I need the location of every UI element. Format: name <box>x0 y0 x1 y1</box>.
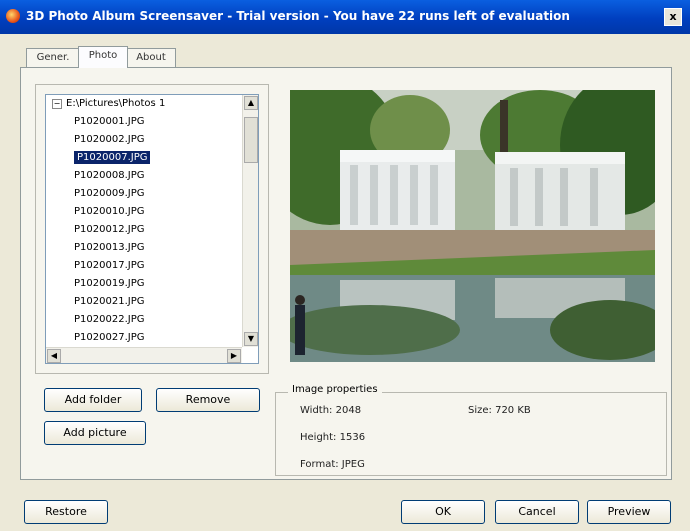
tree-file-item[interactable]: P1020021.JPG <box>74 293 144 311</box>
tree-file-item[interactable]: P1020007.JPG <box>74 149 151 167</box>
scroll-left-icon[interactable]: ◀ <box>47 349 61 363</box>
tab-photo[interactable]: Photo <box>78 46 128 68</box>
ok-button[interactable]: OK <box>401 500 485 524</box>
scroll-down-icon[interactable]: ▼ <box>244 332 258 346</box>
tree-file-item[interactable]: P1020013.JPG <box>74 239 144 257</box>
tree-file-item[interactable]: P1020009.JPG <box>74 185 144 203</box>
tree-file-item[interactable]: P1020008.JPG <box>74 167 144 185</box>
tree-file-label: P1020010.JPG <box>74 206 145 217</box>
app-icon <box>6 9 20 23</box>
scroll-right-icon[interactable]: ▶ <box>227 349 241 363</box>
image-properties-legend: Image properties <box>288 384 382 395</box>
scroll-thumb[interactable] <box>244 117 258 163</box>
park-photo-image <box>290 90 655 362</box>
photo-preview <box>290 90 655 362</box>
tree-file-label: P1020007.JPG <box>74 151 151 164</box>
tree-file-label: P1020022.JPG <box>74 314 145 325</box>
tree-vertical-scrollbar[interactable]: ▲ ▼ <box>242 95 258 347</box>
cancel-button[interactable]: Cancel <box>495 500 579 524</box>
tree-file-label: P1020019.JPG <box>74 278 145 289</box>
scroll-up-icon[interactable]: ▲ <box>244 96 258 110</box>
tree-file-item[interactable]: P1020010.JPG <box>74 203 144 221</box>
tree-file-label: P1020021.JPG <box>74 296 145 307</box>
tree-horizontal-scrollbar[interactable]: ◀ ▶ <box>46 347 242 363</box>
title-bar: 3D Photo Album Screensaver - Trial versi… <box>0 0 690 34</box>
tree-file-label: P1020009.JPG <box>74 188 145 199</box>
tree-file-label: P1020017.JPG <box>74 260 145 271</box>
add-folder-button[interactable]: Add folder <box>44 388 142 412</box>
add-picture-button[interactable]: Add picture <box>44 421 146 445</box>
image-size: Size: 720 KB <box>468 405 531 416</box>
tree-file-item[interactable]: P1020022.JPG <box>74 311 144 329</box>
restore-button[interactable]: Restore <box>24 500 108 524</box>
tree-file-label: P1020001.JPG <box>74 116 145 127</box>
collapse-icon[interactable]: − <box>52 99 62 109</box>
tree-file-item[interactable]: P1020002.JPG <box>74 131 144 149</box>
tree-file-label: P1020013.JPG <box>74 242 145 253</box>
image-format: Format: JPEG <box>300 459 365 470</box>
tree-file-label: P1020012.JPG <box>74 224 145 235</box>
close-button[interactable]: x <box>664 8 682 26</box>
tree-file-item[interactable]: P1020012.JPG <box>74 221 144 239</box>
tree-file-label: P1020008.JPG <box>74 170 145 181</box>
tree-file-item[interactable]: P1020017.JPG <box>74 257 144 275</box>
tree-file-item[interactable]: P1020027.JPG <box>74 329 144 347</box>
tree-file-item[interactable]: P1020001.JPG <box>74 113 144 131</box>
remove-button[interactable]: Remove <box>156 388 260 412</box>
tree-file-label: P1020027.JPG <box>74 332 145 343</box>
image-width: Width: 2048 <box>300 405 362 416</box>
preview-button[interactable]: Preview <box>587 500 671 524</box>
tree-file-label: P1020002.JPG <box>74 134 145 145</box>
tab-about[interactable]: About <box>126 48 176 67</box>
tab-general[interactable]: Gener. <box>26 48 80 67</box>
tree-file-item[interactable]: P1020019.JPG <box>74 275 144 293</box>
image-height: Height: 1536 <box>300 432 366 443</box>
tree-root[interactable]: − E:\Pictures\Photos 1 <box>52 95 165 113</box>
tree-root-label: E:\Pictures\Photos 1 <box>66 98 166 109</box>
folder-tree[interactable]: − E:\Pictures\Photos 1 P1020001.JPG P10200… <box>45 94 259 364</box>
window-title: 3D Photo Album Screensaver - Trial versi… <box>26 9 570 23</box>
